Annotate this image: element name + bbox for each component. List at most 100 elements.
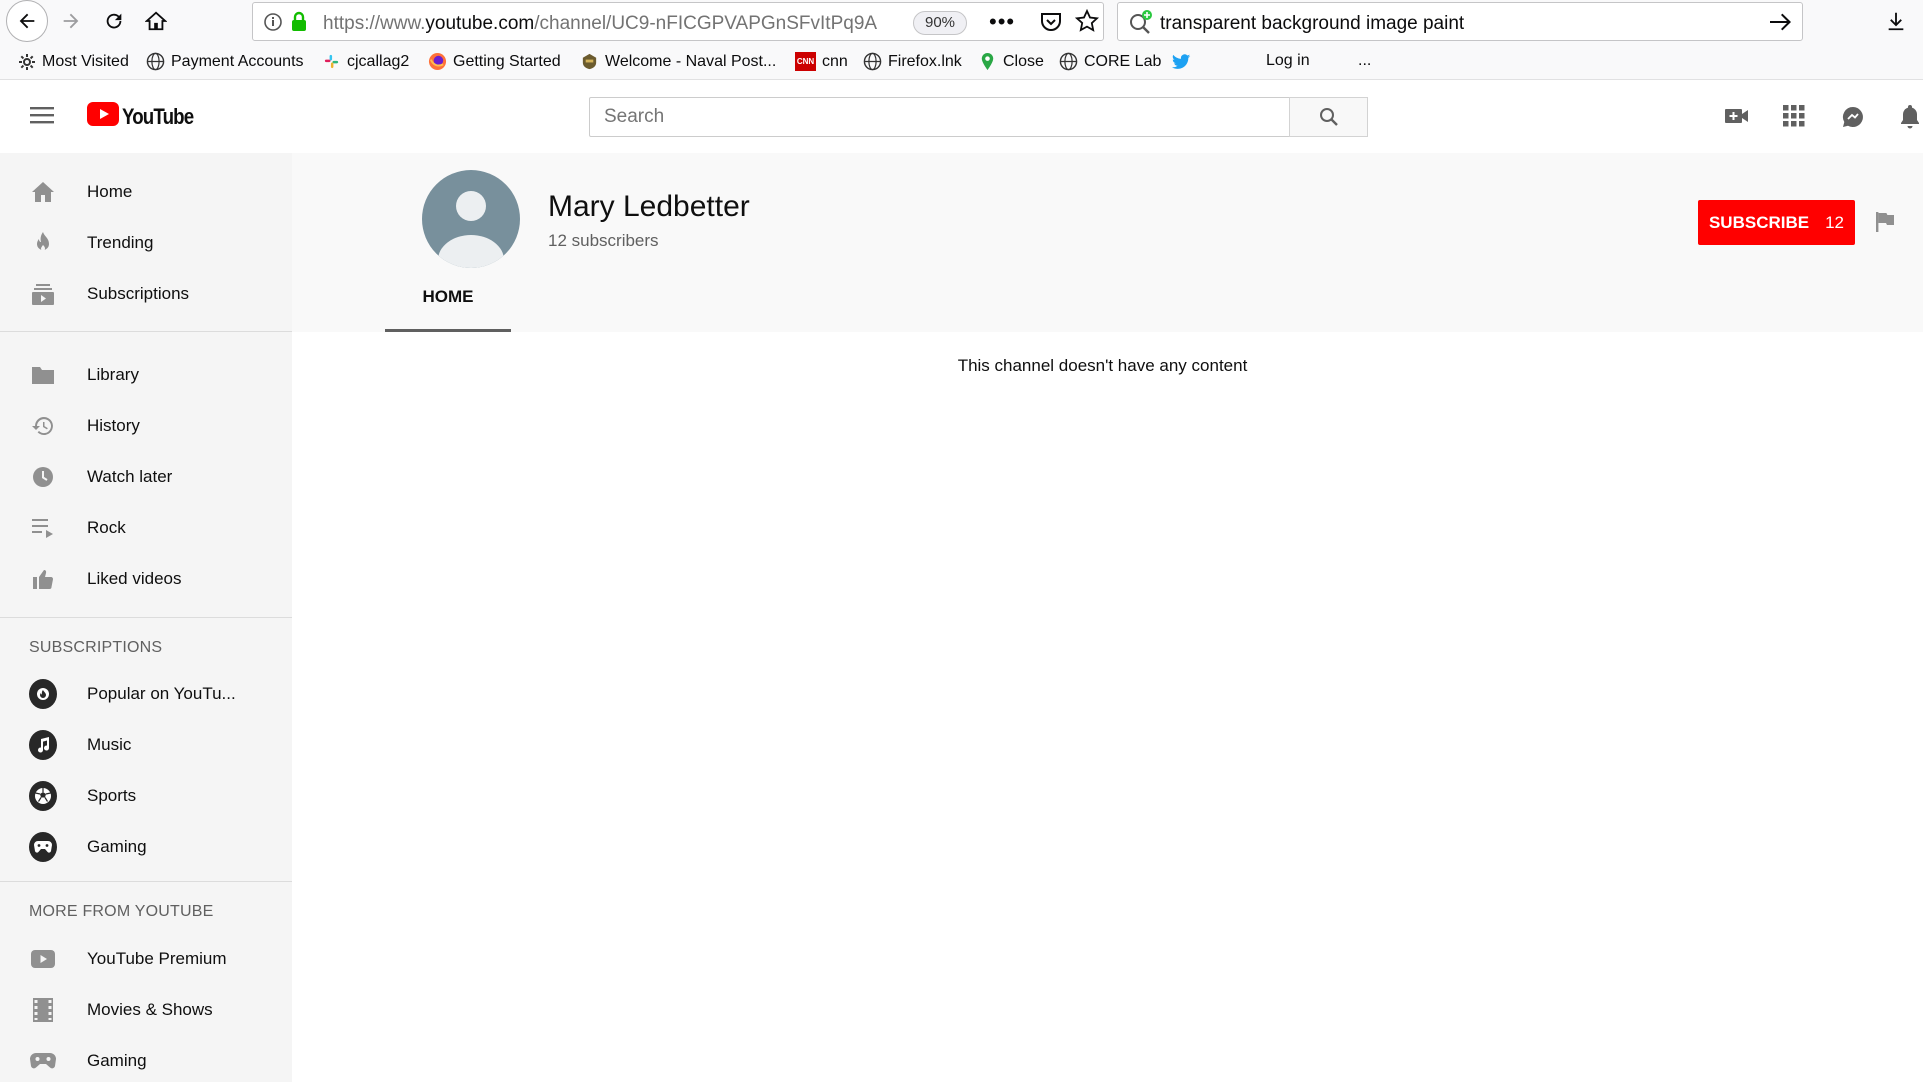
flame-icon: [29, 229, 57, 257]
home-button[interactable]: [140, 5, 172, 37]
subscriber-count: 12 subscribers: [548, 231, 659, 250]
history-icon: [29, 412, 57, 440]
downloads-button[interactable]: [1880, 5, 1912, 37]
slack-icon: [322, 52, 341, 71]
bookmark-getting-started[interactable]: Getting Started: [428, 52, 561, 71]
bookmark-cnn[interactable]: CNN cnn: [795, 52, 848, 71]
pin-icon: [978, 52, 997, 71]
apps-grid-icon[interactable]: [1783, 105, 1805, 132]
globe-icon: [146, 52, 165, 71]
home-outline-icon: [145, 11, 167, 31]
channel-avatar[interactable]: [422, 170, 520, 268]
bookmarks-toolbar: Most Visited Payment Accounts cjcallag2 …: [0, 43, 1923, 80]
home-icon: [29, 178, 57, 206]
sidebar-item-trending[interactable]: Trending: [0, 219, 292, 267]
bookmark-core-lab[interactable]: CORE Lab: [1059, 52, 1161, 71]
forward-button[interactable]: [55, 5, 87, 37]
firefox-icon: [428, 52, 447, 71]
subscribe-label: SUBSCRIBE: [1708, 212, 1810, 232]
browser-toolbar: https://www.youtube.com/channel/UC9-nFIC…: [0, 0, 1923, 43]
youtube-premium-icon: [29, 945, 57, 973]
sports-icon: [29, 781, 57, 811]
music-icon: [29, 730, 57, 760]
sidebar-item-history[interactable]: History: [0, 402, 292, 450]
search-go-icon[interactable]: [1768, 11, 1792, 38]
search-button[interactable]: [1289, 97, 1368, 137]
url-bar[interactable]: https://www.youtube.com/channel/UC9-nFIC…: [252, 2, 1104, 41]
playlist-icon: [29, 514, 57, 542]
clock-icon: [29, 463, 57, 491]
sidebar-item-library[interactable]: Library: [0, 351, 292, 399]
naval-icon: [580, 52, 599, 71]
subscriptions-heading: SUBSCRIPTIONS: [29, 639, 163, 656]
sidebar-item-watch-later[interactable]: Watch later: [0, 453, 292, 501]
back-button[interactable]: [6, 0, 48, 42]
youtube-header: YouTube: [0, 81, 1923, 153]
globe-icon: [863, 52, 882, 71]
lock-icon: [289, 11, 309, 38]
bookmark-naval-post[interactable]: Welcome - Naval Post...: [580, 52, 776, 71]
bookmark-star-icon[interactable]: [1074, 8, 1100, 38]
popular-icon: [29, 679, 57, 709]
youtube-logo[interactable]: YouTube: [87, 102, 206, 131]
arrow-left-icon: [19, 13, 35, 29]
gaming-icon: [29, 832, 57, 862]
pocket-icon[interactable]: [1039, 10, 1063, 39]
more-actions-icon[interactable]: •••: [989, 9, 1015, 35]
arrow-right-icon: [63, 13, 79, 29]
search-input[interactable]: [589, 97, 1290, 137]
notifications-bell-icon[interactable]: [1899, 103, 1921, 134]
more-from-youtube-heading: MORE FROM YOUTUBE: [29, 903, 214, 920]
sidebar-divider: [0, 331, 292, 332]
bookmark-log-in[interactable]: Log in: [1266, 52, 1310, 70]
info-icon[interactable]: [263, 12, 283, 37]
film-icon: [29, 996, 57, 1024]
cnn-icon: CNN: [795, 52, 816, 71]
sidebar-item-sports[interactable]: Sports: [0, 772, 292, 820]
empty-channel-message: This channel doesn't have any content: [957, 356, 1248, 375]
report-flag-icon[interactable]: [1874, 211, 1898, 235]
gear-icon: [17, 52, 36, 71]
sidebar-item-liked-videos[interactable]: Liked videos: [0, 555, 292, 603]
url-text: https://www.youtube.com/channel/UC9-nFIC…: [323, 13, 878, 34]
thumbs-up-icon: [29, 565, 57, 593]
subscribe-count: 12: [1825, 212, 1845, 232]
bookmark-payment-accounts[interactable]: Payment Accounts: [146, 52, 304, 71]
sidebar-item-gaming[interactable]: Gaming: [0, 823, 292, 871]
bookmark-cjcallag2[interactable]: cjcallag2: [322, 52, 409, 71]
sidebar-item-music[interactable]: Music: [0, 721, 292, 769]
globe-icon: [1059, 52, 1078, 71]
youtube-play-logo-icon: [87, 102, 119, 131]
gamepad-icon: [29, 1047, 57, 1075]
sidebar-item-movies-shows[interactable]: Movies & Shows: [0, 986, 292, 1034]
reload-button[interactable]: [98, 5, 130, 37]
sidebar-item-gaming-more[interactable]: Gaming: [0, 1037, 292, 1085]
tab-home[interactable]: HOME: [385, 265, 511, 332]
bookmark-firefox-lnk[interactable]: Firefox.lnk: [863, 52, 962, 71]
sidebar-item-subscriptions[interactable]: Subscriptions: [0, 270, 292, 318]
bookmark-twitter[interactable]: [1172, 52, 1191, 71]
sidebar-divider: [0, 617, 292, 618]
bookmark-overflow[interactable]: ...: [1358, 52, 1371, 70]
bookmark-most-visited[interactable]: Most Visited: [17, 52, 129, 71]
create-video-icon[interactable]: [1724, 105, 1750, 132]
channel-name: Mary Ledbetter: [548, 190, 750, 223]
download-icon: [1888, 12, 1904, 31]
reload-icon: [106, 13, 122, 29]
zoom-level[interactable]: 90%: [913, 11, 967, 35]
bookmark-close[interactable]: Close: [978, 52, 1044, 71]
twitter-icon: [1172, 52, 1191, 71]
search-icon: [1319, 108, 1338, 126]
subscribe-button[interactable]: SUBSCRIBE 12: [1698, 200, 1855, 245]
guide-sidebar: Home Trending Subscriptions Library Hist…: [0, 153, 292, 1082]
sidebar-item-popular[interactable]: Popular on YouTu...: [0, 670, 292, 718]
sidebar-divider: [0, 881, 292, 882]
hamburger-menu-icon[interactable]: [30, 104, 56, 131]
sidebar-item-rock[interactable]: Rock: [0, 504, 292, 552]
folder-icon: [29, 361, 57, 389]
messages-icon[interactable]: [1841, 105, 1865, 134]
browser-search-bar[interactable]: transparent background image paint: [1117, 2, 1803, 41]
browser-search-text: transparent background image paint: [1160, 13, 1465, 34]
sidebar-item-home[interactable]: Home: [0, 168, 292, 216]
sidebar-item-youtube-premium[interactable]: YouTube Premium: [0, 935, 292, 983]
